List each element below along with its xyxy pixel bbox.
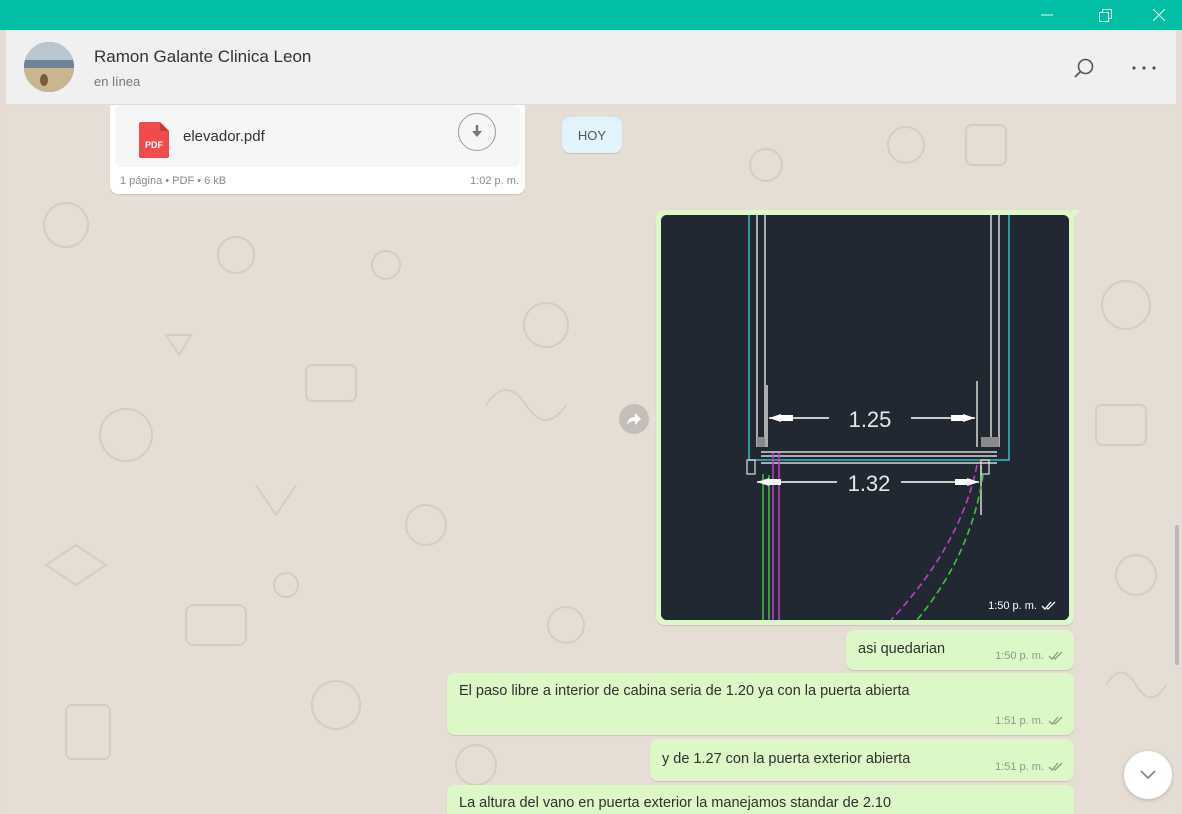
day-divider: HOY [562,117,622,153]
forward-icon [627,413,641,425]
double-check-icon [1048,762,1063,771]
contact-status: en línea [94,74,141,89]
document-file-name: elevador.pdf [183,128,265,145]
cad-drawing: 1.25 1.32 [661,215,1069,620]
document-time: 1:02 p. m. [470,175,519,187]
dimension-label-outer: 1.32 [848,471,891,496]
search-icon[interactable] [1068,52,1100,84]
chat-header[interactable]: Ramon Galante Clinica Leon en línea [6,30,1176,105]
forward-button[interactable] [619,404,649,434]
dimension-label-inner: 1.25 [849,407,892,432]
cad-drawing-image[interactable]: 1.25 1.32 1:50 p. m. [661,215,1069,620]
message-text: El paso libre a interior de cabina seria… [459,683,910,699]
message-time-text: 1:51 p. m. [995,715,1044,727]
document-card[interactable]: PDF elevador.pdf [115,105,520,167]
message-time: 1:51 p. m. [995,715,1064,727]
scroll-to-bottom-button[interactable] [1124,751,1172,799]
message-bubble[interactable]: asi quedarian 1:50 p. m. [846,630,1074,670]
document-meta: 1 página • PDF • 6 kB [120,175,227,187]
close-icon[interactable] [1136,0,1182,30]
image-time-text: 1:50 p. m. [988,600,1037,612]
message-time: 1:50 p. m. [995,650,1064,662]
minimize-icon[interactable] [1024,0,1070,30]
contact-name: Ramon Galante Clinica Leon [94,47,312,66]
message-bubble[interactable]: La altura del vano en puerta exterior la… [447,785,1074,814]
double-check-icon [1048,651,1063,660]
image-message[interactable]: 1.25 1.32 1:50 p. m. [656,210,1074,625]
message-bubble[interactable]: y de 1.27 con la puerta exterior abierta… [650,739,1074,781]
pdf-icon-label: PDF [145,140,164,150]
message-text: asi quedarian [858,641,946,657]
double-check-icon [1041,601,1056,610]
download-button[interactable] [458,113,496,151]
window-titlebar [0,0,1182,30]
message-text: y de 1.27 con la puerta exterior abierta [662,751,911,767]
pdf-icon: PDF [139,122,169,158]
message-time-text: 1:51 p. m. [995,761,1044,773]
restore-icon[interactable] [1082,0,1128,30]
chat-panel[interactable]: PDF elevador.pdf 1 página • PDF • 6 kB 1… [6,105,1176,814]
message-text: La altura del vano en puerta exterior la… [459,795,892,811]
message-bubble[interactable]: El paso libre a interior de cabina seria… [447,673,1074,735]
download-icon [472,125,482,137]
chevron-down-icon [1140,770,1156,780]
avatar[interactable] [24,42,74,92]
message-time-text: 1:50 p. m. [995,650,1044,662]
image-time: 1:50 p. m. [988,600,1057,612]
scrollbar-thumb[interactable] [1175,525,1179,665]
document-message[interactable]: PDF elevador.pdf 1 página • PDF • 6 kB 1… [110,105,525,194]
double-check-icon [1048,716,1063,725]
message-time: 1:51 p. m. [995,761,1064,773]
more-options-icon[interactable] [1128,52,1160,84]
